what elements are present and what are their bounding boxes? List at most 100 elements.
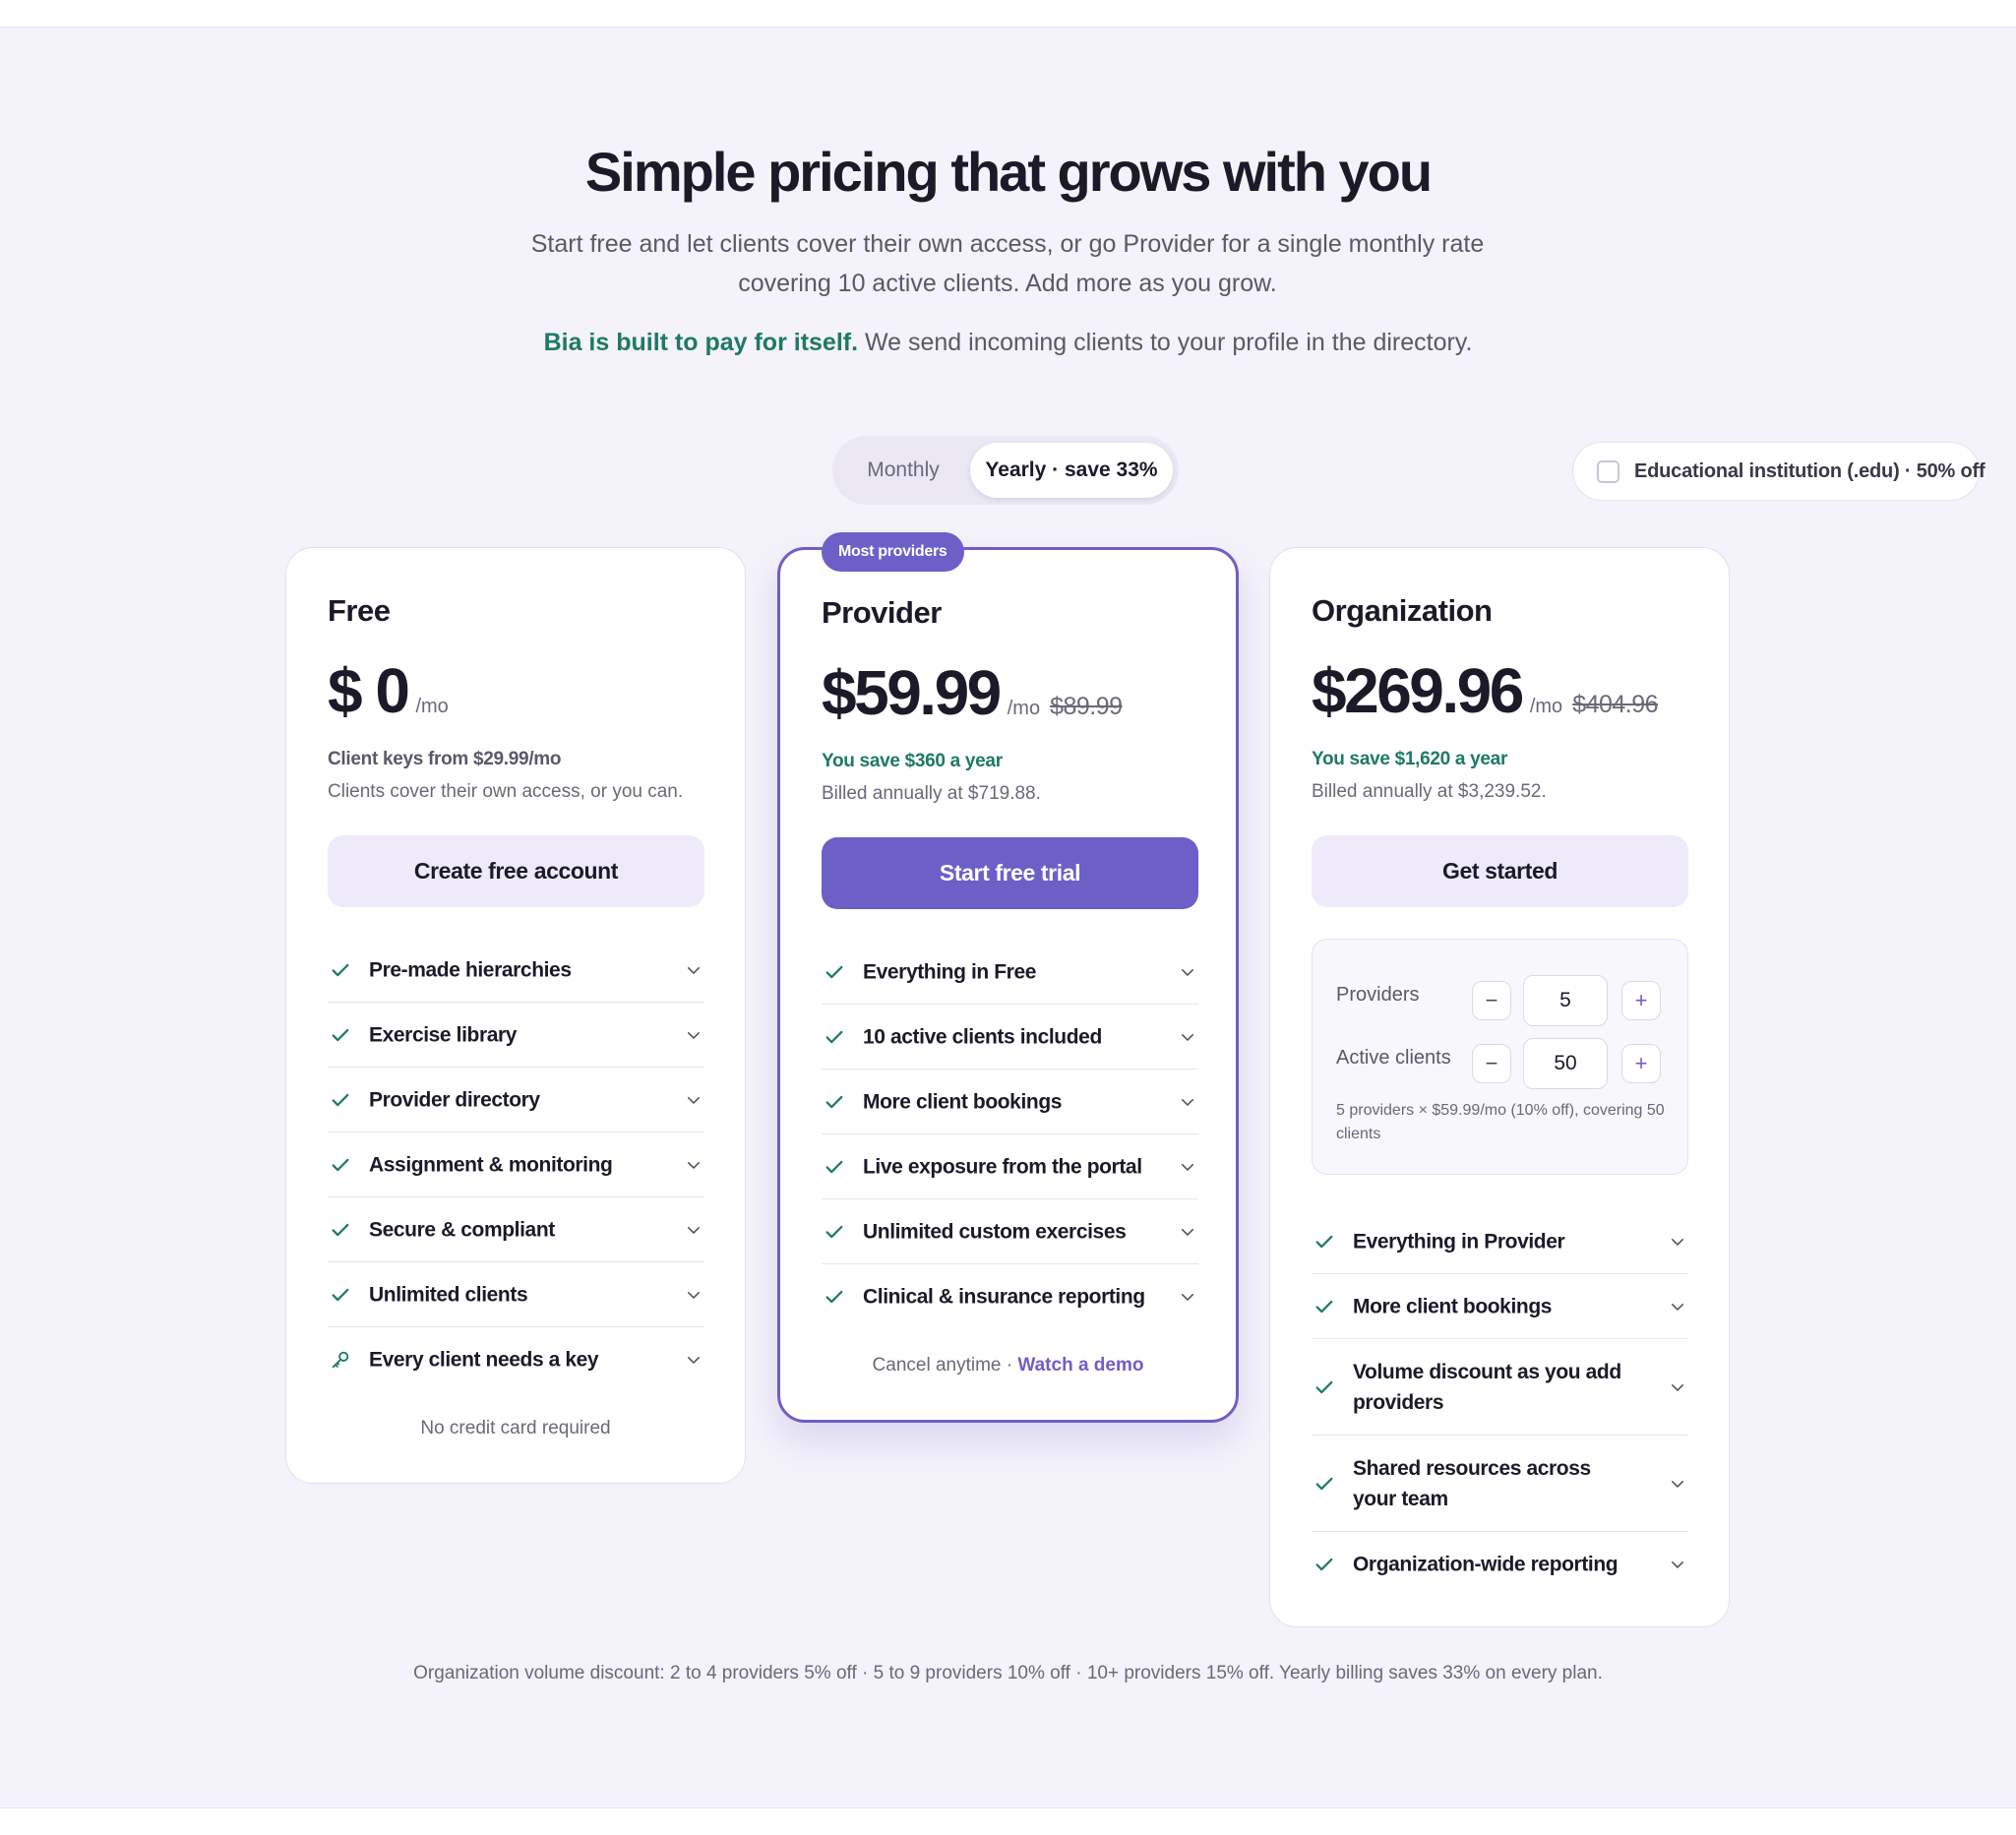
top-bar	[0, 0, 2016, 28]
feature-item[interactable]: Secure & compliant	[328, 1197, 704, 1262]
chevron-down-icon[interactable]	[1669, 1378, 1686, 1396]
client-keys-note: Client keys from $29.99/mo	[328, 749, 562, 769]
no-credit-card-note: No credit card required	[420, 1418, 611, 1438]
providers-decrement-button[interactable]: −	[1472, 981, 1511, 1020]
feature-item[interactable]: Unlimited clients	[328, 1262, 704, 1327]
plan-name: Organization	[1312, 593, 1493, 628]
watch-demo-link[interactable]: Watch a demo	[1017, 1355, 1143, 1376]
get-started-button[interactable]: Get started	[1312, 835, 1688, 907]
feature-item[interactable]: Organization-wide reporting	[1312, 1532, 1688, 1597]
feature-label: Provider directory	[369, 1088, 540, 1111]
providers-increment-button[interactable]: +	[1621, 981, 1661, 1020]
check-icon	[332, 1288, 349, 1301]
feature-item[interactable]: More client bookings	[1312, 1274, 1688, 1339]
feature-label: Every client needs a key	[369, 1348, 599, 1372]
price-row: $269.96/mo $404.96	[1312, 654, 1659, 727]
clients-increment-button[interactable]: +	[1621, 1044, 1661, 1083]
check-icon	[825, 965, 843, 978]
toggle-monthly[interactable]: Monthly	[842, 443, 964, 498]
chevron-down-icon[interactable]	[1179, 1158, 1196, 1176]
providers-value[interactable]: 5	[1523, 975, 1608, 1026]
tagline: Bia is built to pay for itself. We send …	[0, 329, 2016, 357]
plan-card-organization: Organization $269.96/mo $404.96 You save …	[1269, 547, 1730, 1627]
create-free-account-button[interactable]: Create free account	[328, 835, 704, 907]
feature-item[interactable]: Volume discount as you add providers	[1312, 1339, 1688, 1436]
feature-label: Clinical & insurance reporting	[863, 1285, 1145, 1309]
feature-item[interactable]: Provider directory	[328, 1068, 704, 1132]
clients-decrement-button[interactable]: −	[1472, 1044, 1511, 1083]
feature-label: Unlimited clients	[369, 1283, 528, 1306]
feature-label: Everything in Provider	[1353, 1230, 1565, 1253]
chevron-down-icon[interactable]	[1669, 1298, 1686, 1315]
check-icon	[1315, 1380, 1333, 1393]
chevron-down-icon[interactable]	[685, 961, 703, 979]
feature-item[interactable]: Clinical & insurance reporting	[822, 1264, 1198, 1329]
feature-item[interactable]: Everything in Free	[822, 940, 1198, 1005]
key-icon	[332, 1351, 349, 1369]
feature-item[interactable]: 10 active clients included	[822, 1005, 1198, 1070]
chevron-down-icon[interactable]	[685, 1221, 703, 1239]
feature-label: Organization-wide reporting	[1353, 1553, 1619, 1576]
chevron-down-icon[interactable]	[1669, 1556, 1686, 1573]
billing-toggle: Monthly Yearly · save 33%	[832, 436, 1179, 505]
check-icon	[332, 1028, 349, 1041]
check-icon	[1315, 1300, 1333, 1313]
chevron-down-icon[interactable]	[1179, 963, 1196, 981]
check-icon	[1315, 1235, 1333, 1248]
feature-label: Secure & compliant	[369, 1218, 555, 1241]
chevron-down-icon[interactable]	[1669, 1475, 1686, 1493]
chevron-down-icon[interactable]	[1179, 1028, 1196, 1046]
feature-list: Pre-made hierarchies Exercise library Pr…	[328, 938, 704, 1392]
plan-card-provider: Most providers Provider $59.99/mo $89.99 …	[777, 532, 1239, 1423]
price-period: /mo	[1007, 698, 1041, 719]
checkbox-box[interactable]	[1597, 460, 1619, 483]
check-icon	[1315, 1558, 1333, 1571]
feature-item[interactable]: Exercise library	[328, 1003, 704, 1068]
original-price: $404.96	[1572, 691, 1659, 718]
billing-note: Billed annually at $3,239.52.	[1312, 781, 1547, 802]
chevron-down-icon[interactable]	[1179, 1093, 1196, 1111]
plan-card-free: Free $ 0/mo Client keys from $29.99/mo C…	[285, 547, 746, 1484]
check-icon	[825, 1160, 843, 1173]
calculator-summary: 5 providers × $59.99/mo (10% off), cover…	[1336, 1102, 1665, 1142]
feature-item[interactable]: Everything in Provider	[1312, 1209, 1688, 1274]
feature-label: Everything in Free	[863, 960, 1037, 983]
feature-label: More client bookings	[863, 1090, 1063, 1113]
feature-item[interactable]: Live exposure from the portal	[822, 1134, 1198, 1199]
tagline-accent: Bia is built to pay for itself.	[543, 329, 859, 356]
feature-item[interactable]: Every client needs a key	[328, 1327, 704, 1392]
feature-item[interactable]: Pre-made hierarchies	[328, 938, 704, 1003]
bottom-bar	[0, 1808, 2016, 1835]
check-icon	[332, 1223, 349, 1236]
plan-name: Provider	[822, 595, 942, 630]
clients-value[interactable]: 50	[1523, 1038, 1608, 1089]
check-icon	[825, 1095, 843, 1108]
feature-list: Everything in Free 10 active clients inc…	[822, 940, 1198, 1329]
chevron-down-icon[interactable]	[1179, 1223, 1196, 1241]
feature-item[interactable]: More client bookings	[822, 1070, 1198, 1134]
start-free-trial-button[interactable]: Start free trial	[822, 837, 1198, 909]
feature-label: Assignment & monitoring	[369, 1153, 613, 1176]
toggle-yearly[interactable]: Yearly · save 33%	[970, 443, 1173, 498]
active-clients-label: Active clients	[1336, 1047, 1451, 1069]
feature-label: Exercise library	[369, 1023, 518, 1046]
edu-discount-checkbox[interactable]: Educational institution (.edu) · 50% off	[1572, 442, 1985, 501]
check-icon	[332, 1093, 349, 1106]
price: $269.96	[1312, 655, 1524, 726]
chevron-down-icon[interactable]	[685, 1351, 703, 1369]
feature-item[interactable]: Unlimited custom exercises	[822, 1199, 1198, 1264]
provider-footnote: Cancel anytime · Watch a demo	[780, 1355, 1236, 1376]
savings-note: You save $360 a year	[822, 751, 1003, 771]
chevron-down-icon[interactable]	[685, 1286, 703, 1304]
chevron-down-icon[interactable]	[1179, 1288, 1196, 1306]
chevron-down-icon[interactable]	[685, 1156, 703, 1174]
price-period: /mo	[415, 696, 449, 717]
feature-label: Unlimited custom exercises	[863, 1220, 1127, 1243]
check-icon	[1315, 1477, 1333, 1490]
plan-name: Free	[328, 593, 391, 628]
feature-item[interactable]: Assignment & monitoring	[328, 1132, 704, 1197]
chevron-down-icon[interactable]	[685, 1091, 703, 1109]
feature-item[interactable]: Shared resources across your team	[1312, 1436, 1688, 1532]
chevron-down-icon[interactable]	[1669, 1233, 1686, 1251]
chevron-down-icon[interactable]	[685, 1026, 703, 1044]
